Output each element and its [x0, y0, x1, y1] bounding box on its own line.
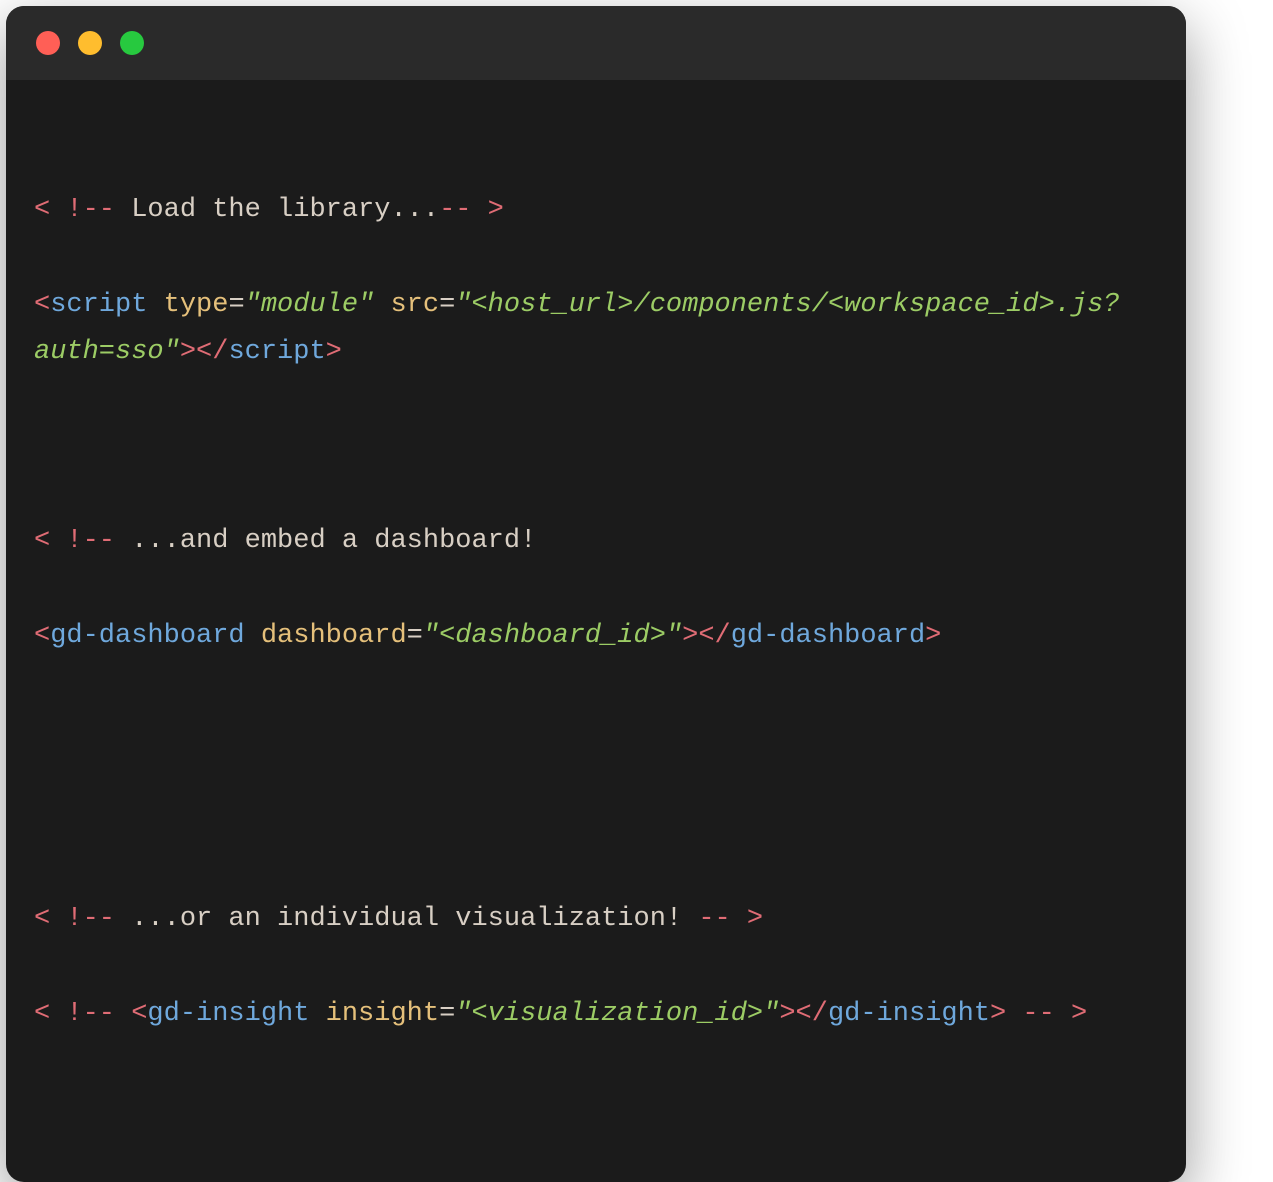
comment-close: -- >	[698, 904, 763, 934]
comment-open: < !--	[34, 526, 115, 556]
blank-line	[34, 424, 1158, 471]
tag-close: gd-dashboard	[731, 621, 925, 651]
code-line-2: <script type="module" src="<host_url>/co…	[34, 282, 1158, 377]
comment-close: -- >	[439, 195, 504, 225]
attr-dashboard: dashboard	[261, 621, 407, 651]
zoom-icon[interactable]	[120, 31, 144, 55]
code-line-5: <gd-dashboard dashboard="<dashboard_id>"…	[34, 613, 1158, 660]
tag-name: gd-dashboard	[50, 621, 244, 651]
blank-line	[34, 802, 1158, 849]
code-line-1: < !-- Load the library...-- >	[34, 187, 1158, 234]
comment-open: < !--	[34, 904, 115, 934]
comment-open: < !--	[34, 195, 115, 225]
close-icon[interactable]	[36, 31, 60, 55]
attr-type: type	[164, 290, 229, 320]
tag-close: script	[228, 337, 325, 367]
tag-close: gd-insight	[828, 999, 990, 1029]
comment-text: ...and embed a dashboard!	[115, 526, 536, 556]
blank-line	[34, 707, 1158, 754]
angle-open: <	[34, 290, 50, 320]
window-titlebar	[6, 6, 1186, 80]
attr-insight: insight	[326, 999, 439, 1029]
code-line-4: < !-- ...and embed a dashboard!	[34, 518, 1158, 565]
tag-name: gd-insight	[147, 999, 309, 1029]
code-window: < !-- Load the library...-- > <script ty…	[6, 6, 1186, 1182]
attr-src: src	[390, 290, 439, 320]
code-block: < !-- Load the library...-- > <script ty…	[6, 80, 1186, 1182]
comment-text: Load the library...	[115, 195, 439, 225]
dashboard-id: <dashboard_id>	[439, 621, 666, 651]
attr-value: "module"	[245, 290, 375, 320]
comment-close: -- >	[1006, 999, 1087, 1029]
comment-text: ...or an individual visualization!	[115, 904, 698, 934]
code-line-7: < !-- ...or an individual visualization!…	[34, 896, 1158, 943]
minimize-icon[interactable]	[78, 31, 102, 55]
comment-open: < !--	[34, 999, 131, 1029]
visualization-id: <visualization_id>	[471, 999, 763, 1029]
code-line-8: < !-- <gd-insight insight="<visualizatio…	[34, 991, 1158, 1038]
tag-name: script	[50, 290, 147, 320]
